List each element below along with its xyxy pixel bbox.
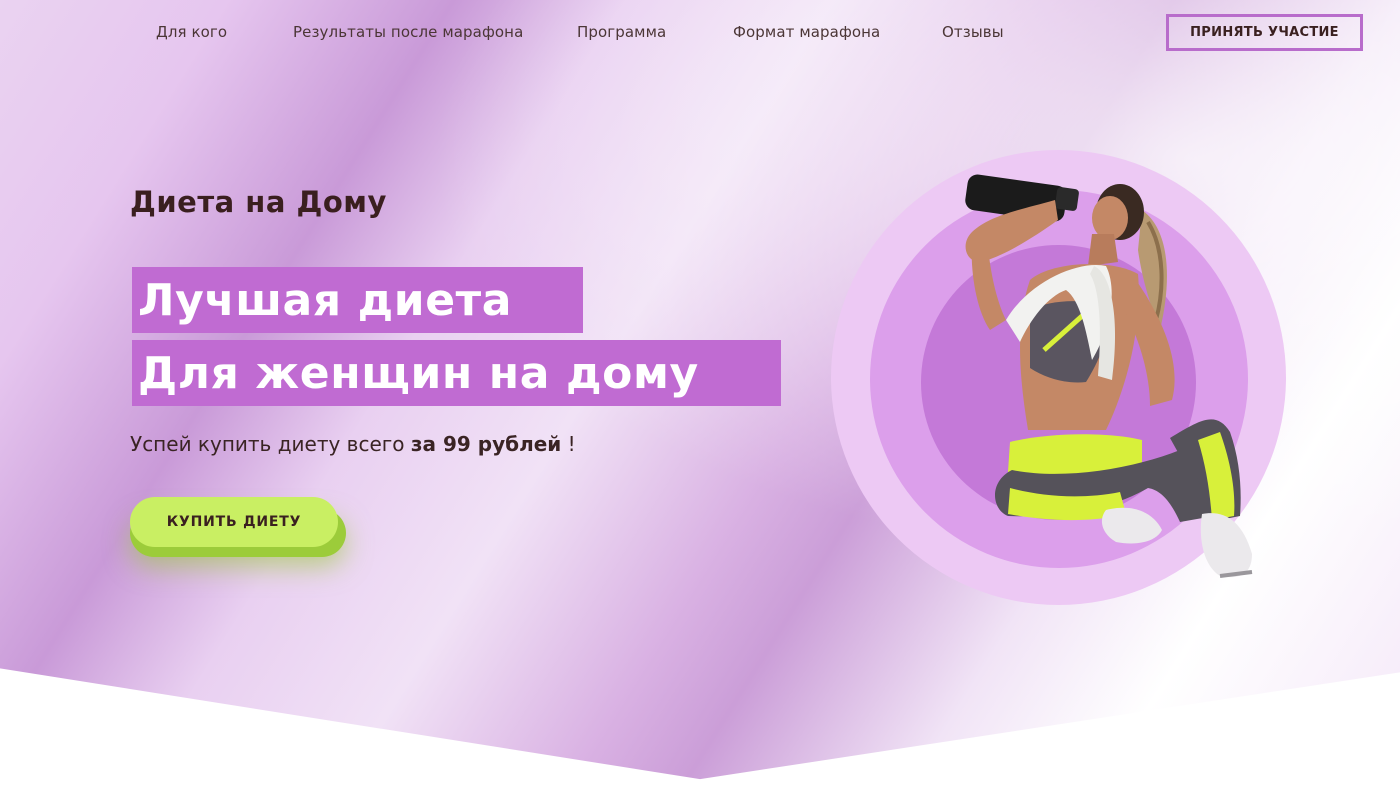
headline-line-2: Для женщин на дому [132,340,781,406]
buy-diet-button[interactable]: КУПИТЬ ДИЕТУ [130,497,338,547]
join-button[interactable]: ПРИНЯТЬ УЧАСТИЕ [1166,14,1363,51]
nav-link-results[interactable]: Результаты после марафона [293,23,523,41]
offer-price: за 99 рублей [410,432,562,456]
nav-link-program[interactable]: Программа [577,23,666,41]
headline-line-1: Лучшая диета [132,267,583,333]
nav-link-format[interactable]: Формат марафона [733,23,880,41]
offer-text: Успей купить диету всего за 99 рублей ! [130,432,576,456]
headline-line-1-text: Лучшая диета [138,274,513,326]
brand-title: Диета на Дому [130,185,387,219]
buy-button-wrapper: КУПИТЬ ДИЕТУ [130,497,346,557]
top-navigation: Для кого Результаты после марафона Прогр… [0,0,1400,66]
hero-section: Для кого Результаты после марафона Прогр… [0,0,1400,791]
headline-line-2-text: Для женщин на дому [138,347,699,399]
nav-link-for-whom[interactable]: Для кого [156,23,227,41]
offer-prefix: Успей купить диету всего [130,432,411,456]
nav-link-reviews[interactable]: Отзывы [942,23,1004,41]
offer-suffix: ! [561,432,576,456]
woman-drinking-from-shaker-icon [965,174,1253,578]
